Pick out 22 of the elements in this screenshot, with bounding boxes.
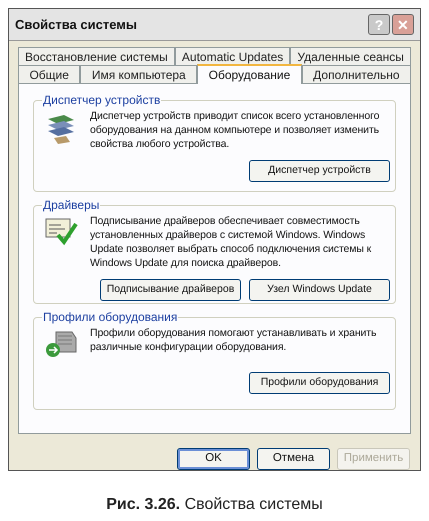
dialog-button[interactable]: OK — [177, 448, 250, 470]
action-button[interactable]: Диспетчер устройств — [249, 160, 390, 182]
action-button[interactable]: Узел Windows Update — [249, 279, 390, 301]
group-title: Профили оборудования — [42, 310, 178, 324]
certificate-check-icon — [44, 216, 78, 246]
figure-caption: Рис. 3.26. Свойства системы — [106, 495, 323, 515]
group-title: Диспетчер устройств — [42, 93, 162, 107]
action-button[interactable]: Профили оборудования — [249, 372, 390, 394]
tab[interactable]: Оборудование — [197, 64, 302, 84]
tab[interactable]: Общие — [18, 65, 80, 83]
tab[interactable]: Восстановление системы — [18, 47, 175, 65]
tab[interactable]: Automatic Updates — [174, 47, 290, 65]
tab[interactable]: Удаленные сеансы — [290, 47, 411, 65]
tab[interactable]: Дополнительно — [302, 65, 411, 83]
window-title: Свойства системы — [15, 16, 138, 34]
action-button[interactable]: Подписывание драйверов — [100, 279, 241, 301]
group-description: Профили оборудования помогают устанавливать и хранить различные конфигурации оборудования. — [90, 326, 378, 354]
group-title: Драйверы — [42, 198, 100, 212]
group-description: Подписывание драйверов обеспечивает совместимость установленных драйверов с системой Windows. Windows Update позволяет выбрать способ подключения системы к Windows Update для поиска драйверов. — [90, 214, 372, 270]
tab[interactable]: Имя компьютера — [80, 65, 198, 83]
group-description: Диспетчер устройств приводит список всего установленного оборудования на данном компьютере и позволяет изменить свойства любого устройства. — [90, 109, 380, 151]
dialog-button[interactable]: Отмена — [257, 448, 330, 470]
